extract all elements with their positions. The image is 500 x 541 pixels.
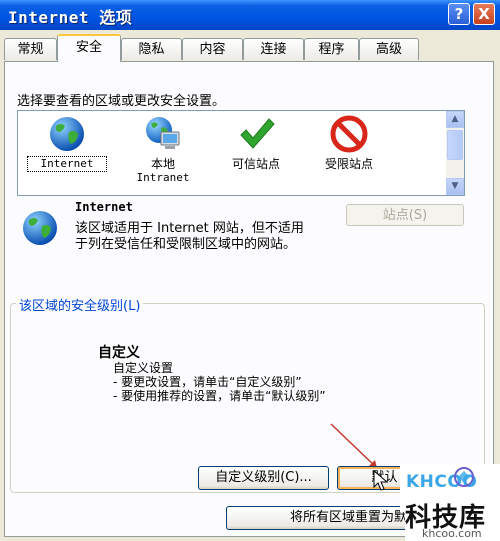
zone-prompt: 选择要查看的区域或更改安全设置。: [17, 94, 226, 109]
security-level-details: 自定义设置 - 要更改设置，请单击“自定义级别” - 要使用推荐的设置，请单击“…: [113, 361, 326, 403]
zone-label: 本地: [150, 157, 175, 171]
help-button[interactable]: ?: [448, 3, 470, 25]
mouse-cursor-icon: [373, 470, 389, 491]
tab-content[interactable]: 内容: [182, 38, 243, 60]
tab-privacy[interactable]: 隐私: [121, 38, 182, 60]
sites-button[interactable]: 站点(S): [346, 204, 464, 226]
window-title: Internet 选项: [8, 8, 133, 27]
zone-label: 可信站点: [231, 157, 280, 171]
level-detail-line: - 要更改设置，请单击“自定义级别”: [113, 375, 302, 389]
zone-label: 受限站点: [324, 157, 373, 171]
security-level-group-title: 该区域的安全级别(L): [16, 295, 144, 314]
scroll-thumb[interactable]: [447, 130, 463, 160]
watermark-url: khcoo.com: [422, 527, 482, 540]
globe-icon: [23, 211, 57, 245]
custom-level-button[interactable]: 自定义级别(C)...: [198, 466, 329, 490]
tab-programs[interactable]: 程序: [304, 38, 359, 60]
zone-item-restricted-sites[interactable]: 受限站点: [310, 114, 388, 171]
scroll-down-icon[interactable]: ▼: [446, 178, 464, 195]
checkmark-icon: [240, 118, 275, 149]
security-level-name: 自定义: [98, 345, 140, 361]
zone-item-trusted-sites[interactable]: 可信站点: [217, 114, 295, 171]
computer-globe-icon: [146, 117, 180, 149]
zone-item-internet[interactable]: Internet: [27, 114, 107, 172]
zone-label: Internet: [27, 156, 107, 172]
tab-security[interactable]: 安全: [57, 34, 121, 62]
tab-connections[interactable]: 连接: [243, 38, 304, 60]
watermark-logo-icon: [454, 467, 474, 487]
zone-item-local-intranet[interactable]: 本地 Intranet: [124, 114, 202, 185]
tab-advanced[interactable]: 高级: [359, 38, 419, 60]
no-entry-icon: [330, 115, 368, 153]
globe-icon: [50, 117, 84, 151]
zone-description: 该区域适用于 Internet 网站，但不适用于列在受信任和受限制区域中的网站。: [75, 221, 304, 252]
level-detail-line: 自定义设置: [113, 361, 174, 375]
selected-zone-name: Internet: [75, 200, 133, 214]
zone-sublabel: Intranet: [136, 171, 190, 184]
level-detail-line: - 要使用推荐的设置，请单击“默认级别”: [113, 389, 326, 403]
close-button[interactable]: X: [473, 3, 495, 25]
tab-general[interactable]: 常规: [4, 38, 57, 60]
scroll-up-icon[interactable]: ▲: [446, 111, 464, 128]
